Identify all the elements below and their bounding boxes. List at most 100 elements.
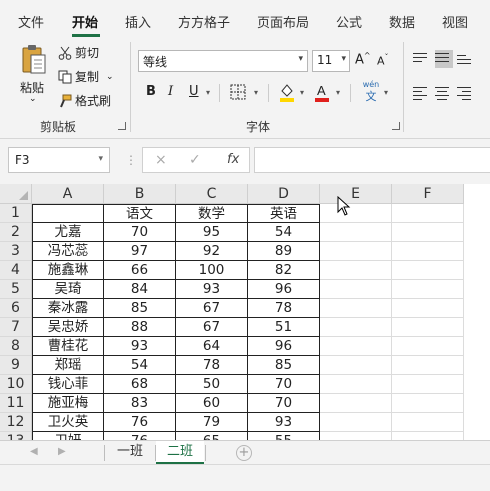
clipboard-launcher-icon[interactable] <box>118 122 126 130</box>
row-header-5[interactable]: 5 <box>0 280 32 299</box>
cell-b1[interactable]: 语文 <box>104 204 176 223</box>
cell-a5[interactable]: 吴琦 <box>32 280 104 299</box>
cell-c3[interactable]: 92 <box>176 242 248 261</box>
align-middle-icon[interactable] <box>435 50 453 68</box>
cell-f4[interactable] <box>392 261 464 280</box>
cell-c9[interactable]: 78 <box>176 356 248 375</box>
spreadsheet-grid[interactable]: A B C D E F 1 语文 数学 英语 2 尤嘉 70 95 54 3 冯芯蕊 97 92 89 4 施鑫琳 66 10… <box>0 184 490 440</box>
insert-function-button[interactable]: fx <box>227 152 239 167</box>
cell-f7[interactable] <box>392 318 464 337</box>
cell-d1[interactable]: 英语 <box>248 204 320 223</box>
cell-d2[interactable]: 54 <box>248 223 320 242</box>
cell-a8[interactable]: 曹桂花 <box>32 337 104 356</box>
cell-f5[interactable] <box>392 280 464 299</box>
underline-dropdown-icon[interactable]: ▾ <box>206 88 210 97</box>
cell-b13[interactable]: 76 <box>104 432 176 440</box>
column-header-e[interactable]: E <box>320 184 392 204</box>
phonetic-guide-button[interactable]: wén 文 <box>360 80 382 104</box>
cell-b8[interactable]: 93 <box>104 337 176 356</box>
cell-e3[interactable] <box>320 242 392 261</box>
cell-b11[interactable]: 83 <box>104 394 176 413</box>
tab-data[interactable]: 数据 <box>389 12 415 31</box>
tab-page-layout[interactable]: 页面布局 <box>257 12 309 31</box>
row-header-7[interactable]: 7 <box>0 318 32 337</box>
select-all-corner[interactable] <box>0 184 32 204</box>
cell-e6[interactable] <box>320 299 392 318</box>
cell-e7[interactable] <box>320 318 392 337</box>
underline-button[interactable]: U <box>189 84 199 99</box>
align-left-icon[interactable] <box>413 84 431 102</box>
font-size-select[interactable]: 11 ▾ <box>312 50 350 72</box>
cell-e4[interactable] <box>320 261 392 280</box>
cell-a2[interactable]: 尤嘉 <box>32 223 104 242</box>
column-header-c[interactable]: C <box>176 184 248 204</box>
cell-c1[interactable]: 数学 <box>176 204 248 223</box>
cell-d13[interactable]: 55 <box>248 432 320 440</box>
column-header-a[interactable]: A <box>32 184 104 204</box>
cell-f3[interactable] <box>392 242 464 261</box>
row-header-9[interactable]: 9 <box>0 356 32 375</box>
cell-f11[interactable] <box>392 394 464 413</box>
cell-a6[interactable]: 秦冰露 <box>32 299 104 318</box>
resize-handle-icon[interactable]: ⋮ <box>125 153 137 167</box>
cell-d10[interactable]: 70 <box>248 375 320 394</box>
shrink-font-button[interactable]: Aˇ <box>377 53 389 68</box>
cell-a1[interactable] <box>32 204 104 223</box>
tab-fangfang[interactable]: 方方格子 <box>178 12 230 31</box>
column-header-f[interactable]: F <box>392 184 464 204</box>
font-color-dropdown-icon[interactable]: ▾ <box>336 88 340 97</box>
cell-a4[interactable]: 施鑫琳 <box>32 261 104 280</box>
row-header-1[interactable]: 1 <box>0 204 32 223</box>
cell-d3[interactable]: 89 <box>248 242 320 261</box>
cell-c8[interactable]: 64 <box>176 337 248 356</box>
cell-c11[interactable]: 60 <box>176 394 248 413</box>
row-header-8[interactable]: 8 <box>0 337 32 356</box>
copy-dropdown-icon[interactable]: ⌄ <box>106 72 114 82</box>
cell-f2[interactable] <box>392 223 464 242</box>
sheet-tab-class2[interactable]: 二班 <box>156 441 204 464</box>
phonetic-dropdown-icon[interactable]: ▾ <box>384 88 388 97</box>
tab-file[interactable]: 文件 <box>18 12 44 31</box>
sheet-tab-class1[interactable]: 一班 <box>106 441 154 464</box>
font-color-icon[interactable]: A <box>314 82 330 102</box>
tab-insert[interactable]: 插入 <box>125 12 151 31</box>
cell-d6[interactable]: 78 <box>248 299 320 318</box>
cell-f8[interactable] <box>392 337 464 356</box>
cell-c5[interactable]: 93 <box>176 280 248 299</box>
cell-d12[interactable]: 93 <box>248 413 320 432</box>
cell-e11[interactable] <box>320 394 392 413</box>
cut-button[interactable]: 剪切 <box>58 44 99 61</box>
align-bottom-icon[interactable] <box>457 52 475 70</box>
format-painter-button[interactable]: 格式刷 <box>58 92 111 109</box>
cell-a7[interactable]: 吴忠娇 <box>32 318 104 337</box>
paste-dropdown-icon[interactable]: ⌄ <box>29 94 37 104</box>
cell-f12[interactable] <box>392 413 464 432</box>
column-header-b[interactable]: B <box>104 184 176 204</box>
cancel-icon[interactable]: × <box>155 152 167 168</box>
cell-e12[interactable] <box>320 413 392 432</box>
cell-b12[interactable]: 76 <box>104 413 176 432</box>
row-header-11[interactable]: 11 <box>0 394 32 413</box>
cell-d5[interactable]: 96 <box>248 280 320 299</box>
cell-b7[interactable]: 88 <box>104 318 176 337</box>
grow-font-button[interactable]: A^ <box>355 51 371 67</box>
borders-icon[interactable] <box>230 84 246 100</box>
cell-b6[interactable]: 85 <box>104 299 176 318</box>
cell-d4[interactable]: 82 <box>248 261 320 280</box>
font-launcher-icon[interactable] <box>392 122 400 130</box>
cell-d7[interactable]: 51 <box>248 318 320 337</box>
column-header-d[interactable]: D <box>248 184 320 204</box>
cell-b5[interactable]: 84 <box>104 280 176 299</box>
fill-color-icon[interactable] <box>279 82 295 102</box>
cell-f9[interactable] <box>392 356 464 375</box>
row-header-10[interactable]: 10 <box>0 375 32 394</box>
cell-f6[interactable] <box>392 299 464 318</box>
cell-e2[interactable] <box>320 223 392 242</box>
cell-d9[interactable]: 85 <box>248 356 320 375</box>
cell-b2[interactable]: 70 <box>104 223 176 242</box>
copy-button[interactable]: 复制 ⌄ <box>58 68 114 85</box>
cell-a11[interactable]: 施亚梅 <box>32 394 104 413</box>
cell-a9[interactable]: 郑瑶 <box>32 356 104 375</box>
prev-sheet-icon[interactable]: ◀ <box>30 446 38 457</box>
cell-f13[interactable] <box>392 432 464 440</box>
